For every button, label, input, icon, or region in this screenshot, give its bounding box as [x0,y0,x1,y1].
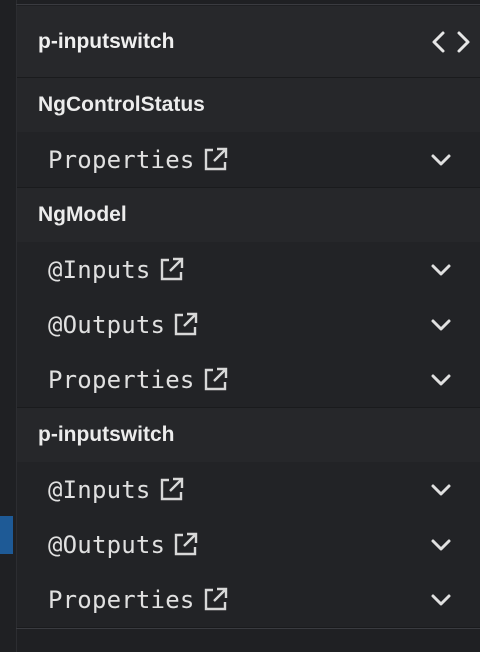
row-inputs[interactable]: @Inputs [17,242,480,297]
row-label: @Outputs [48,530,166,559]
chevron-down-icon[interactable] [430,318,452,332]
external-link-icon[interactable] [201,586,229,614]
chevron-down-icon[interactable] [430,483,452,497]
section-title: NgControlStatus [38,93,205,116]
chevron-down-icon[interactable] [430,263,452,277]
row-label: Properties [48,585,195,614]
section-title: p-inputswitch [38,423,175,446]
row-label: Properties [48,365,195,394]
chevron-down-icon[interactable] [430,593,452,607]
chevron-down-icon[interactable] [430,153,452,167]
left-pane-edge [0,0,17,652]
row-label: @Inputs [48,255,151,284]
row-properties[interactable]: Properties [17,352,480,407]
external-link-icon[interactable] [201,146,229,174]
top-divider [16,4,480,5]
section-ngmodel: NgModel @Inputs @Outputs Properties [17,188,480,408]
row-label: @Outputs [48,310,166,339]
external-link-icon[interactable] [171,311,199,339]
bottom-divider [16,628,480,629]
row-properties[interactable]: Properties [17,572,480,627]
chevron-down-icon[interactable] [430,538,452,552]
row-label: Properties [48,145,195,174]
row-label: @Inputs [48,475,151,504]
section-ngcontrolstatus: NgControlStatus Properties [17,78,480,188]
properties-panel: p-inputswitch NgControlStatus Properties… [17,6,480,628]
external-link-icon[interactable] [157,256,185,284]
selected-node-highlight [0,516,13,554]
chevron-down-icon[interactable] [430,373,452,387]
row-outputs[interactable]: @Outputs [17,297,480,352]
row-outputs[interactable]: @Outputs [17,517,480,572]
component-title: p-inputswitch [38,29,175,53]
external-link-icon[interactable] [157,476,185,504]
section-p-inputswitch: p-inputswitch @Inputs @Outputs Propertie… [17,408,480,628]
row-properties[interactable]: Properties [17,132,480,187]
external-link-icon[interactable] [171,531,199,559]
section-title: NgModel [38,203,127,226]
row-inputs[interactable]: @Inputs [17,462,480,517]
code-icon[interactable] [428,27,474,57]
external-link-icon[interactable] [201,366,229,394]
panel-header: p-inputswitch [17,6,480,78]
